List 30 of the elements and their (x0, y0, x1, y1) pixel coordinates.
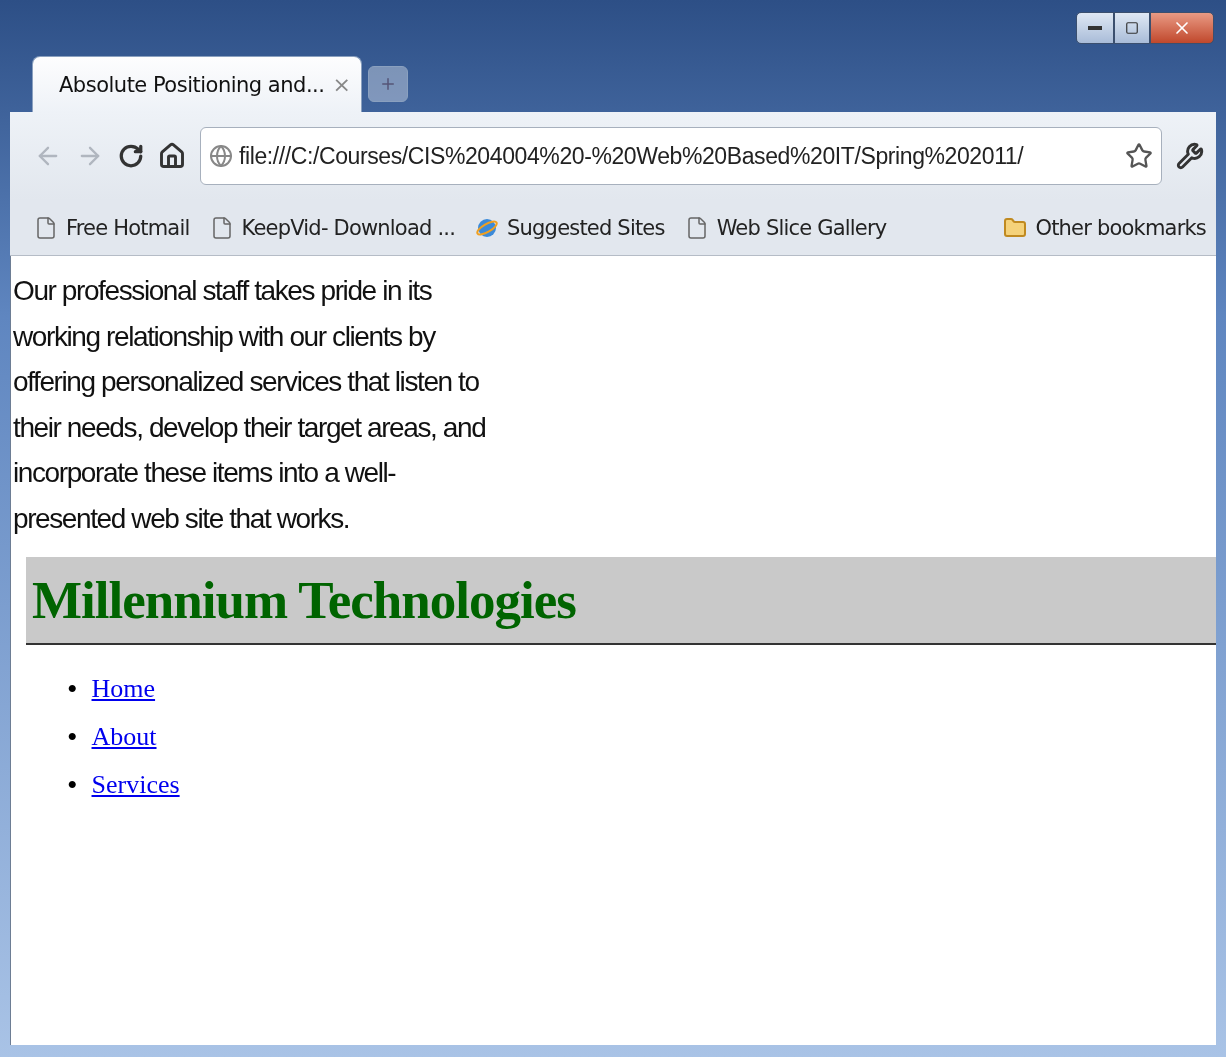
reload-button[interactable] (118, 143, 144, 169)
maximize-button[interactable] (1114, 12, 1150, 44)
bullet: • (67, 671, 78, 707)
folder-icon (1003, 215, 1028, 240)
url-text: file:///C:/Courses/CIS%204004%20-%20Web%20Based%20IT/Spring%202011/ (239, 142, 1025, 170)
bullet: • (67, 767, 78, 803)
nav-link[interactable]: Home (91, 665, 156, 713)
bookmark-item[interactable]: Web Slice Gallery (684, 215, 887, 240)
address-bar[interactable]: file:///C:/Courses/CIS%204004%20-%20Web%20Based%20IT/Spring%202011/ (200, 127, 1162, 185)
bookmark-item[interactable]: KeepVid- Download ... (209, 215, 456, 240)
home-button[interactable] (158, 142, 186, 170)
globe-icon (209, 144, 233, 168)
wrench-button[interactable] (1176, 142, 1204, 170)
nav-link[interactable]: About (91, 713, 157, 761)
tab-title: Absolute Positioning and... (59, 72, 325, 97)
close-button[interactable] (1150, 12, 1214, 44)
bookmark-item[interactable]: Free Hotmail (34, 215, 190, 240)
minimize-button[interactable] (1076, 12, 1114, 44)
plus-icon (379, 75, 397, 93)
nav-link[interactable]: Services (91, 761, 180, 809)
minimize-icon (1088, 26, 1102, 30)
bookmark-star-button[interactable] (1125, 142, 1153, 170)
browser-tab[interactable]: Absolute Positioning and... × (32, 56, 362, 112)
site-title: Millennium Technologies (32, 570, 576, 630)
other-bookmarks-item[interactable]: Other bookmarks (1003, 215, 1206, 240)
bullet: • (67, 719, 78, 755)
bookmark-item[interactable]: Suggested Sites (475, 215, 665, 240)
maximize-icon (1125, 21, 1139, 35)
intro-paragraph: Our professional staff takes pride in its working relationship with our clients by offering personalized services that listen to their needs, develop their target areas, and incorporate these items into a well-presented web site that works. (13, 274, 487, 536)
page-icon (34, 215, 58, 240)
